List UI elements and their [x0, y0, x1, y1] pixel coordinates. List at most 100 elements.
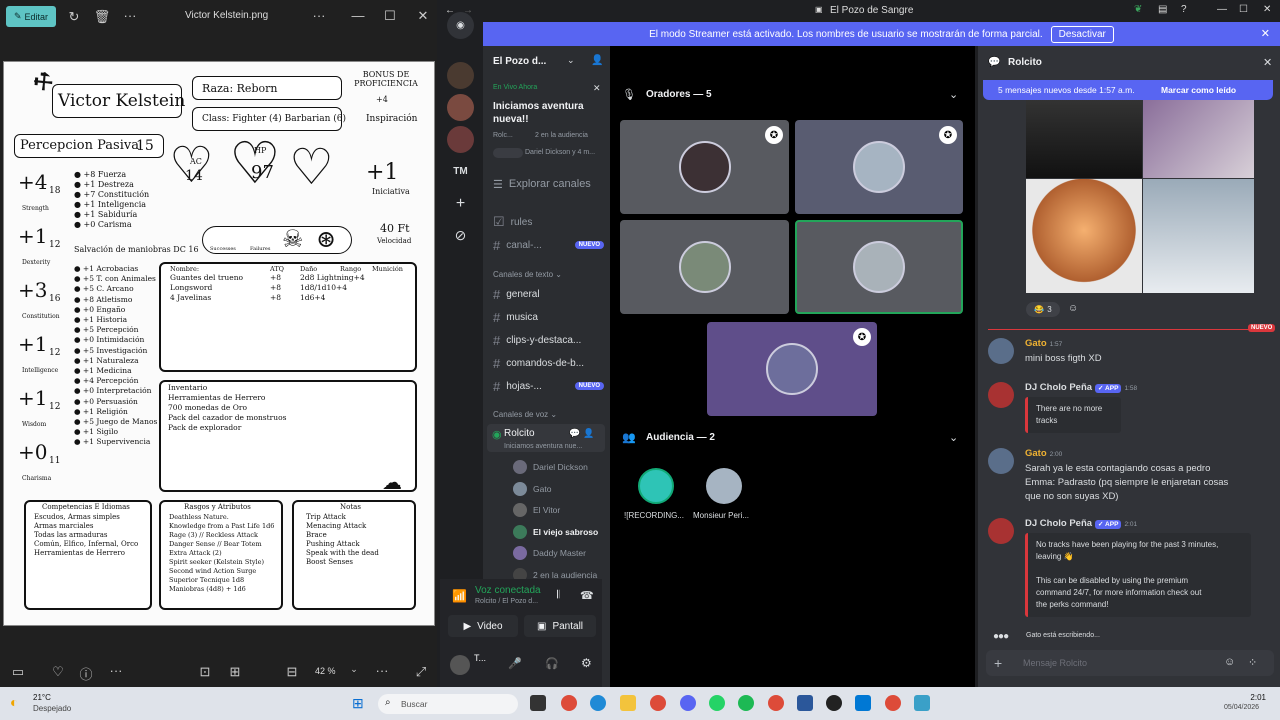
speaker-tile-2[interactable]: ✪	[795, 120, 963, 214]
calculator-icon[interactable]	[797, 695, 813, 711]
server-name[interactable]: El Pozo d...	[493, 56, 546, 67]
delete-icon[interactable]: 🗑	[88, 9, 116, 25]
emoji-icon[interactable]: ☺	[1224, 656, 1235, 668]
meme-image-2[interactable]	[1143, 100, 1254, 178]
weather-temp[interactable]: 21°C	[33, 693, 51, 702]
more-icon[interactable]: ···	[116, 8, 144, 23]
minimize-icon[interactable]: —	[344, 8, 372, 23]
channel-musica[interactable]: # musica	[483, 307, 610, 327]
more-options-icon[interactable]: ···	[368, 663, 396, 678]
edge-icon[interactable]	[590, 695, 606, 711]
chrome-profile-icon[interactable]	[650, 695, 666, 711]
more-options-icon[interactable]: ···	[305, 8, 333, 23]
channel-comandosdeb[interactable]: # comandos-de-b...	[483, 353, 610, 373]
inbox-icon[interactable]: ▤	[1158, 4, 1167, 15]
author-name[interactable]: DJ Cholo Peña	[1025, 518, 1092, 529]
headphones-icon[interactable]: 🎧	[545, 657, 559, 670]
fit-icon[interactable]: ⊡	[191, 664, 219, 680]
obs-icon[interactable]	[826, 695, 842, 711]
message-author[interactable]: DJ Cholo Peña ✓ APP 2:01	[1025, 518, 1137, 529]
favorite-icon[interactable]: ♡	[44, 664, 72, 680]
chrome-icon-3[interactable]	[885, 695, 901, 711]
chat-bubble-icon[interactable]: 💬	[569, 428, 580, 439]
author-name[interactable]: DJ Cholo Peña	[1025, 382, 1092, 393]
message-author[interactable]: Gato 1:57	[1025, 338, 1062, 349]
message-avatar[interactable]	[988, 448, 1014, 474]
chevron-down-icon[interactable]: ⌄	[340, 664, 368, 675]
mark-read-button[interactable]: Marcar como leído	[1161, 85, 1236, 95]
new-messages-banner[interactable]: 5 mensajes nuevos desde 1:57 a.m. Marcar…	[983, 80, 1273, 100]
speaker-tile-5[interactable]: ✪	[707, 322, 877, 416]
server-icon-1[interactable]	[447, 62, 474, 89]
windows-start-icon[interactable]: ⊞	[352, 695, 364, 712]
add-member-icon[interactable]: 👤	[591, 55, 603, 66]
channel-hojas[interactable]: # hojas-... NUEVO	[483, 376, 610, 396]
channel-canal[interactable]: # canal-... NUEVO	[483, 235, 610, 255]
close-banner-icon[interactable]: ✕	[1261, 27, 1270, 40]
add-server-icon[interactable]: +	[447, 190, 474, 217]
meme-image-1[interactable]	[1026, 100, 1142, 178]
clock-time[interactable]: 2:01	[1244, 693, 1266, 702]
zoom-level[interactable]: 42 %	[315, 666, 336, 676]
chevron-down-icon[interactable]: ⌄	[567, 55, 575, 66]
soundboard-icon[interactable]: 𝄃	[557, 589, 559, 602]
edit-button[interactable]: ✎ Editar	[6, 6, 56, 27]
screen-share-button[interactable]: ▣ Pantall	[524, 615, 596, 637]
audience-avatar-2[interactable]	[706, 468, 742, 504]
add-reaction-icon[interactable]: ☺	[1068, 303, 1078, 314]
zoom-icon[interactable]: ⊟	[278, 664, 306, 680]
task-view-icon[interactable]	[530, 695, 546, 711]
message-author[interactable]: DJ Cholo Peña ✓ APP 1:58	[1025, 382, 1137, 393]
apps-icon[interactable]: ⁘	[1248, 656, 1257, 669]
meme-image-4[interactable]	[1143, 179, 1254, 293]
voice-member[interactable]: Daddy Master	[513, 546, 586, 560]
fullscreen-icon[interactable]: ⤢	[407, 664, 435, 680]
text-channels-header[interactable]: Canales de texto ⌄	[493, 270, 562, 279]
info-icon[interactable]: ⓘ	[72, 664, 100, 683]
add-attachment-icon[interactable]: +	[994, 655, 1002, 671]
chrome-icon[interactable]	[561, 695, 577, 711]
chrome-icon-2[interactable]	[768, 695, 784, 711]
close-icon[interactable]: ✕	[409, 8, 437, 24]
message-avatar[interactable]	[988, 338, 1014, 364]
more-icon[interactable]: ···	[102, 663, 130, 678]
speaker-tile-1[interactable]: ✪	[620, 120, 789, 214]
author-name[interactable]: Gato	[1025, 448, 1047, 459]
voice-member[interactable]: Gato	[513, 481, 551, 496]
author-name[interactable]: Gato	[1025, 338, 1047, 349]
message-avatar[interactable]	[988, 518, 1014, 544]
meme-image-3[interactable]	[1026, 179, 1142, 293]
voice-location[interactable]: Rolcito / El Pozo d...	[475, 598, 538, 605]
invite-icon[interactable]: 👤	[583, 428, 594, 439]
whatsapp-icon[interactable]	[709, 695, 725, 711]
video-button[interactable]: ▶ Video	[448, 615, 518, 637]
photos-icon[interactable]	[914, 695, 930, 711]
channel-general[interactable]: # general	[483, 284, 610, 304]
message-input-box[interactable]: + Mensaje Rolcito ☺ ⁘	[986, 650, 1274, 676]
search-box[interactable]: ⌕ Buscar	[378, 694, 518, 714]
voice-member[interactable]: El viejo sabroso	[513, 524, 598, 539]
spotify-icon[interactable]	[738, 695, 754, 711]
speaker-tile-4-speaking[interactable]	[795, 220, 963, 314]
explore-channels[interactable]: ☰ Explorar canales	[483, 174, 610, 194]
weather-icon[interactable]: ◐	[10, 694, 18, 710]
server-tm[interactable]: TM	[447, 158, 474, 185]
message-input[interactable]: Mensaje Rolcito	[1023, 658, 1087, 668]
rotate-icon[interactable]: ↻	[60, 9, 88, 25]
voice-channels-header[interactable]: Canales de voz ⌄	[493, 410, 557, 419]
actual-size-icon[interactable]: ⊞	[221, 664, 249, 680]
channel-clipsydestaca[interactable]: # clips-y-destaca...	[483, 330, 610, 350]
nitro-leaf-icon[interactable]: ❦	[1134, 4, 1142, 15]
microphone-icon[interactable]: 🎤	[508, 657, 522, 670]
speaker-tile-3[interactable]	[620, 220, 789, 314]
discord-taskbar-icon[interactable]	[680, 695, 696, 711]
minimize-icon[interactable]: —	[1217, 4, 1227, 15]
close-icon[interactable]: ✕	[1263, 4, 1271, 15]
live-title[interactable]: Iniciamos aventura nueva!!	[493, 100, 598, 126]
maximize-icon[interactable]: ☐	[376, 8, 404, 24]
chevron-down-icon[interactable]: ⌄	[949, 431, 958, 444]
message-author[interactable]: Gato 2:00	[1025, 448, 1062, 459]
close-live-icon[interactable]: ✕	[593, 83, 601, 94]
clock-date[interactable]: 05/04/2026	[1224, 704, 1259, 711]
server-icon-3[interactable]	[447, 126, 474, 153]
